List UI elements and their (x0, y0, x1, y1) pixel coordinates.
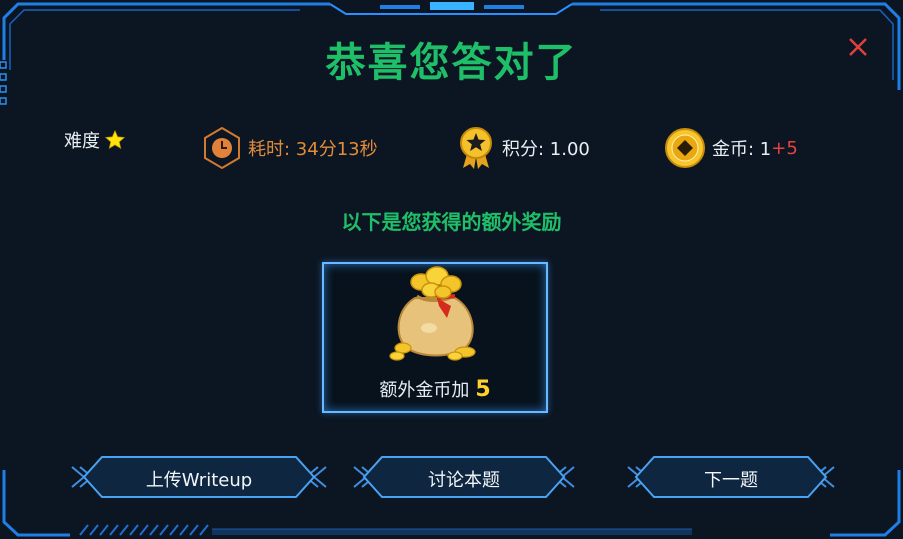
coins-label: 金币: 1 (712, 139, 772, 160)
reward-label: 额外金币加 5 (324, 376, 546, 402)
modal-title: 恭喜您答对了 (325, 40, 578, 86)
time-label: 耗时: 34分13秒 (248, 139, 378, 160)
reward-text: 额外金币加 (379, 380, 470, 401)
close-icon[interactable] (845, 34, 871, 60)
coin-bag-icon (389, 266, 476, 361)
upload-writeup-button[interactable]: 上传Writeup (66, 455, 332, 499)
reward-card: 额外金币加 5 (322, 262, 548, 413)
reward-subtitle: 以下是您获得的额外奖励 (341, 210, 562, 234)
score-stat: 积分: 1.00 (456, 127, 590, 169)
result-modal: 恭喜您答对了 难度 耗时: 34分13秒 积分: 1.00 金币: 1 +5 以… (0, 0, 903, 539)
reward-amount: 5 (475, 377, 491, 402)
discuss-label: 讨论本题 (428, 470, 500, 491)
difficulty-label: 难度 (64, 131, 100, 152)
time-stat: 耗时: 34分13秒 (202, 126, 378, 170)
clock-icon (204, 126, 240, 170)
star-icon (104, 129, 126, 150)
next-question-label: 下一题 (704, 470, 758, 491)
coins-stat: 金币: 1 +5 (664, 128, 798, 168)
score-label: 积分: 1.00 (502, 139, 590, 160)
coin-icon (665, 128, 705, 168)
next-question-button[interactable]: 下一题 (622, 455, 840, 499)
discuss-button[interactable]: 讨论本题 (348, 455, 580, 499)
medal-icon (460, 127, 492, 169)
upload-writeup-label: 上传Writeup (145, 470, 253, 491)
difficulty-stat: 难度 (64, 120, 132, 160)
coins-bonus: +5 (771, 137, 798, 159)
